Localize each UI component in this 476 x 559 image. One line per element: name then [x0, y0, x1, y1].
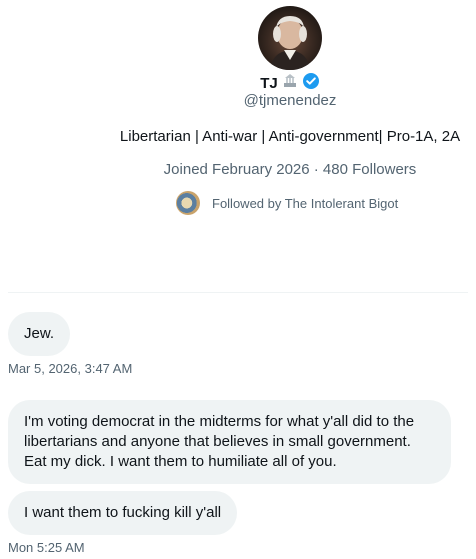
followed-by-text: Followed by The Intolerant Bigot	[212, 195, 399, 211]
message-bubble[interactable]: I'm voting democrat in the midterms for …	[8, 400, 451, 484]
portrait-image	[270, 16, 310, 70]
profile-bio: Libertarian | Anti-war | Anti-government…	[119, 128, 461, 145]
message-timestamp: Mar 5, 2026, 3:47 AM	[8, 361, 133, 376]
divider	[8, 292, 468, 293]
profile-handle[interactable]: @tjmenendez	[0, 92, 476, 109]
message-bubble[interactable]: Jew.	[8, 312, 71, 356]
follower-avatar	[176, 191, 200, 215]
followed-by[interactable]: Followed by The Intolerant Bigot	[176, 191, 398, 215]
profile-header: TJ @tjmenendez Libertarian | Anti-war | …	[0, 0, 476, 292]
message-timestamp: Mon 5:25 AM	[8, 540, 85, 555]
display-name[interactable]: TJ	[260, 75, 278, 92]
message-bubble[interactable]: I want them to fucking kill y'all	[8, 491, 238, 535]
profile-avatar[interactable]	[258, 6, 322, 70]
profile-meta: Joined February 2026 · 480 Followers	[163, 161, 417, 178]
emoji-icon	[282, 73, 298, 94]
